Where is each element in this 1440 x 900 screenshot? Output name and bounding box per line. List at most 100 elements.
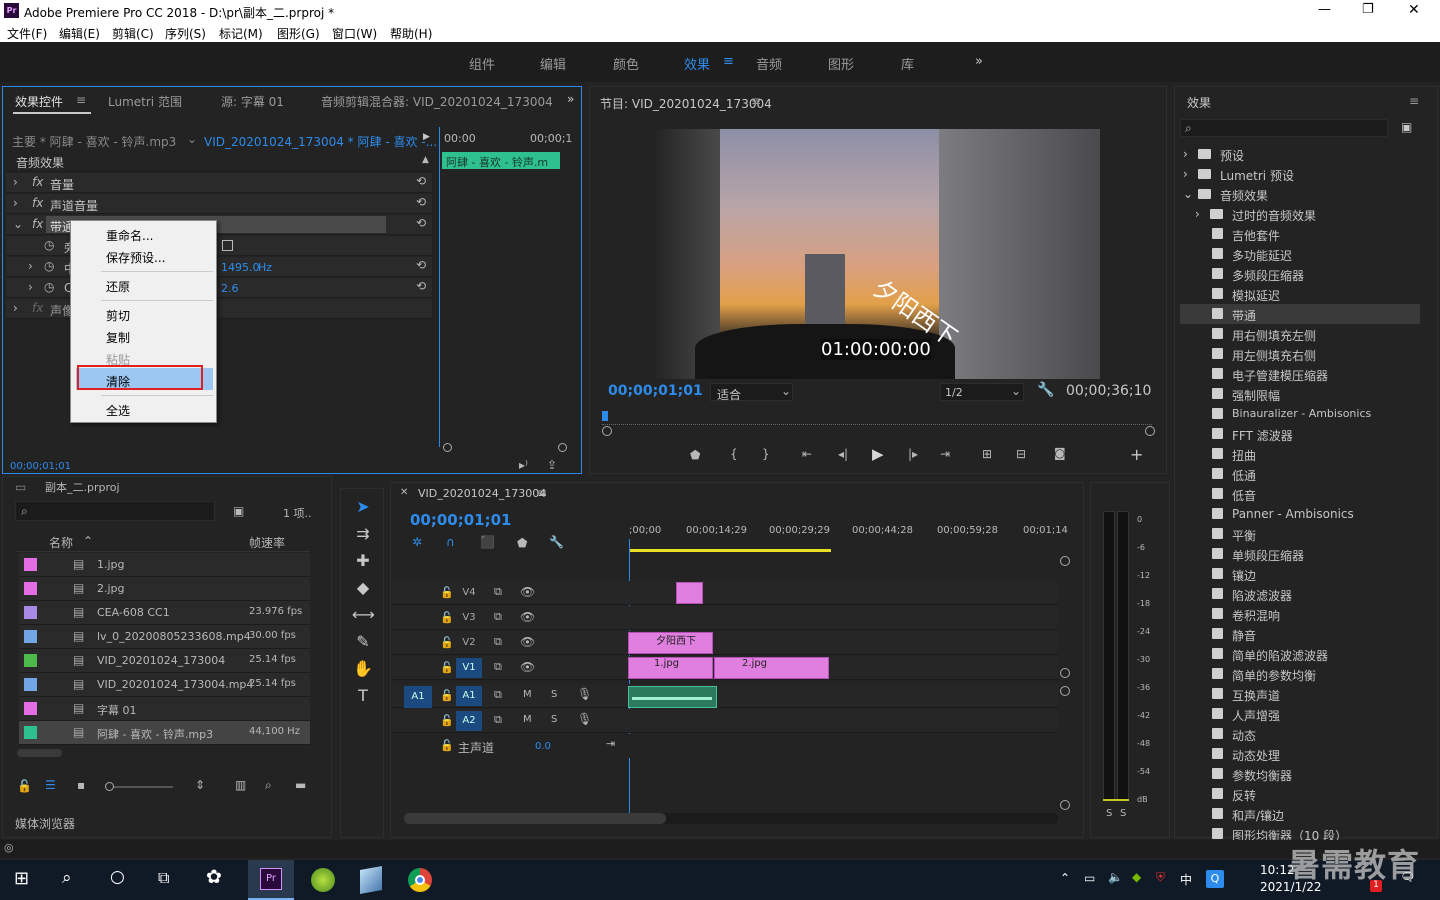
master-value[interactable]: 0.0 [535, 741, 551, 752]
stopwatch-icon[interactable]: ◷ [44, 280, 54, 294]
effect-item[interactable]: 吉他套件 [1180, 224, 1420, 244]
effect-item[interactable]: Binauralizer - Ambisonics [1180, 404, 1420, 424]
bin-icon[interactable]: ▣ [233, 504, 244, 518]
tray-chevron-icon[interactable]: ⌃ [1060, 871, 1070, 885]
lock-icon[interactable]: 🔓 [17, 779, 32, 793]
track-label[interactable]: V3 [456, 608, 482, 628]
effect-item[interactable]: 人声增强 [1180, 704, 1420, 724]
ec-clip[interactable]: 阿肆 - 喜欢 - 铃声.m [442, 152, 560, 169]
sequence-clip-label[interactable]: VID_20201024_173004 * 阿肆 - 喜欢 -... [204, 133, 437, 150]
effect-item[interactable]: 带通 [1180, 304, 1420, 324]
toggle-sync-icon[interactable]: ⧉ [494, 610, 502, 624]
new-bin-icon[interactable]: ▣ [1401, 120, 1412, 134]
network-icon[interactable]: ▭ [1084, 871, 1095, 885]
ws-tab-audio[interactable]: 音频 [756, 54, 782, 73]
security-icon[interactable]: ⛨ [1156, 870, 1165, 885]
expand-icon[interactable]: › [1183, 167, 1188, 181]
play-icon[interactable]: ▶ [872, 445, 884, 463]
track-label[interactable]: A2 [456, 711, 482, 731]
label-color-swatch[interactable] [24, 678, 37, 691]
expand-icon[interactable]: › [13, 175, 18, 189]
chevron-down-icon[interactable]: ⌄ [187, 132, 197, 146]
menu-clear[interactable]: 清除 [106, 373, 130, 390]
menu-help[interactable]: 帮助(H) [390, 25, 432, 42]
pen-tool-icon[interactable]: ✎ [352, 632, 374, 654]
menu-rename[interactable]: 重命名... [106, 227, 153, 244]
nvidia-icon[interactable]: ◆ [1132, 870, 1141, 884]
menu-graphics[interactable]: 图形(G) [277, 25, 320, 42]
mic-icon[interactable]: 🎙 [577, 687, 592, 701]
media-browser-tab[interactable]: 媒体浏览器 [15, 815, 75, 832]
effect-item[interactable]: 平衡 [1180, 524, 1420, 544]
add-button-icon[interactable]: + [1130, 445, 1143, 464]
timeline-menu-icon[interactable]: ≡ [537, 486, 547, 500]
ws-tab-editing[interactable]: 编辑 [540, 54, 566, 73]
settings-wrench-icon[interactable]: 🔧 [549, 535, 564, 549]
effect-item[interactable]: 强制限幅 [1180, 384, 1420, 404]
task-view-icon[interactable]: ⧉ [158, 868, 169, 888]
effect-item[interactable]: 反转 [1180, 784, 1420, 804]
ws-tab-color[interactable]: 颜色 [613, 54, 639, 73]
lock-icon[interactable]: 🔓 [440, 714, 454, 727]
expand-icon[interactable]: › [13, 301, 18, 315]
eye-icon[interactable]: 👁 [520, 610, 535, 624]
solo-right-button[interactable]: S [1120, 808, 1126, 819]
effect-item[interactable]: 用左侧填充右侧 [1180, 344, 1420, 364]
action-center-icon[interactable]: 🗨 [1400, 870, 1415, 884]
menu-clip[interactable]: 剪辑(C) [112, 25, 154, 42]
playhead-marker[interactable] [602, 411, 608, 421]
toggle-sync-icon[interactable]: ⧉ [494, 585, 502, 599]
effect-item[interactable]: 陷波滤波器 [1180, 584, 1420, 604]
param-value[interactable]: 1495.0 [221, 261, 260, 274]
project-search-input[interactable]: ⌕ [15, 501, 215, 521]
label-color-swatch[interactable] [24, 726, 37, 739]
param-value[interactable]: 2.6 [221, 282, 239, 295]
lock-icon[interactable]: 🔓 [440, 689, 454, 702]
fit-dropdown[interactable]: 适合 ⌄ [710, 383, 793, 402]
add-marker-icon[interactable]: ⬟ [517, 536, 527, 550]
find-icon[interactable]: ⌕ [265, 778, 272, 793]
ws-tab-libraries[interactable]: 库 [901, 54, 914, 73]
effect-item[interactable]: 镶边 [1180, 564, 1420, 584]
add-marker-icon[interactable]: ⬟ [690, 448, 700, 462]
menu-select-all[interactable]: 全选 [106, 402, 130, 419]
effect-item[interactable]: › 过时的音频效果 [1180, 204, 1420, 224]
label-color-swatch[interactable] [24, 702, 37, 715]
resolution-dropdown[interactable]: 1/2 ⌄ [940, 383, 1024, 401]
effect-item[interactable]: 动态 [1180, 724, 1420, 744]
tl-scroll[interactable] [404, 813, 1058, 824]
current-timecode[interactable]: 00;00;01;01 [608, 383, 703, 399]
premiere-taskbar-icon[interactable]: Pr [248, 860, 294, 900]
wrench-icon[interactable]: 🔧 [1037, 382, 1054, 398]
effect-item[interactable]: 扭曲 [1180, 444, 1420, 464]
reset-icon[interactable]: ⟲ [416, 258, 426, 272]
zoom-slider[interactable] [105, 782, 173, 791]
clip-2jpg[interactable] [714, 657, 829, 679]
expand-icon[interactable]: › [1195, 207, 1200, 221]
search-icon[interactable]: ⌕ [62, 868, 72, 888]
source-patch-a1[interactable]: A1 [404, 686, 432, 708]
tl-vscroll-handle[interactable] [1060, 668, 1070, 678]
project-item[interactable]: ▤ VID_20201024_173004 25.14 fps [19, 649, 310, 673]
reset-icon[interactable]: ⟲ [416, 195, 426, 209]
eye-icon[interactable]: 👁 [520, 660, 535, 674]
scroll-right-handle[interactable] [1145, 426, 1155, 436]
linked-selection-icon[interactable]: ⬛ [480, 535, 495, 549]
timeline-close-icon[interactable]: ✕ [400, 487, 408, 498]
selection-tool-icon[interactable]: ➤ [352, 497, 374, 519]
track-select-tool-icon[interactable]: ⇉ [352, 524, 374, 546]
tab-audio-mixer[interactable]: 音频剪辑混合器: VID_20201024_173004 [321, 93, 553, 110]
tl-scroll-thumb[interactable] [404, 813, 666, 824]
nest-icon[interactable]: ✲ [412, 535, 422, 549]
effect-item[interactable]: 低音 [1180, 484, 1420, 504]
mute-button[interactable]: M [523, 714, 532, 725]
automate-icon[interactable]: ▥ [235, 778, 246, 792]
extract-icon[interactable]: ⊟ [1016, 447, 1026, 461]
label-color-swatch[interactable] [24, 558, 37, 571]
effect-item[interactable]: 低通 [1180, 464, 1420, 484]
expand-icon[interactable]: › [1183, 147, 1188, 161]
lock-icon[interactable]: 🔓 [440, 739, 454, 752]
tab-source[interactable]: 源: 字幕 01 [221, 93, 284, 110]
col-name[interactable]: 名称 [49, 534, 73, 551]
tab-effect-controls[interactable]: 效果控件 [15, 93, 63, 110]
